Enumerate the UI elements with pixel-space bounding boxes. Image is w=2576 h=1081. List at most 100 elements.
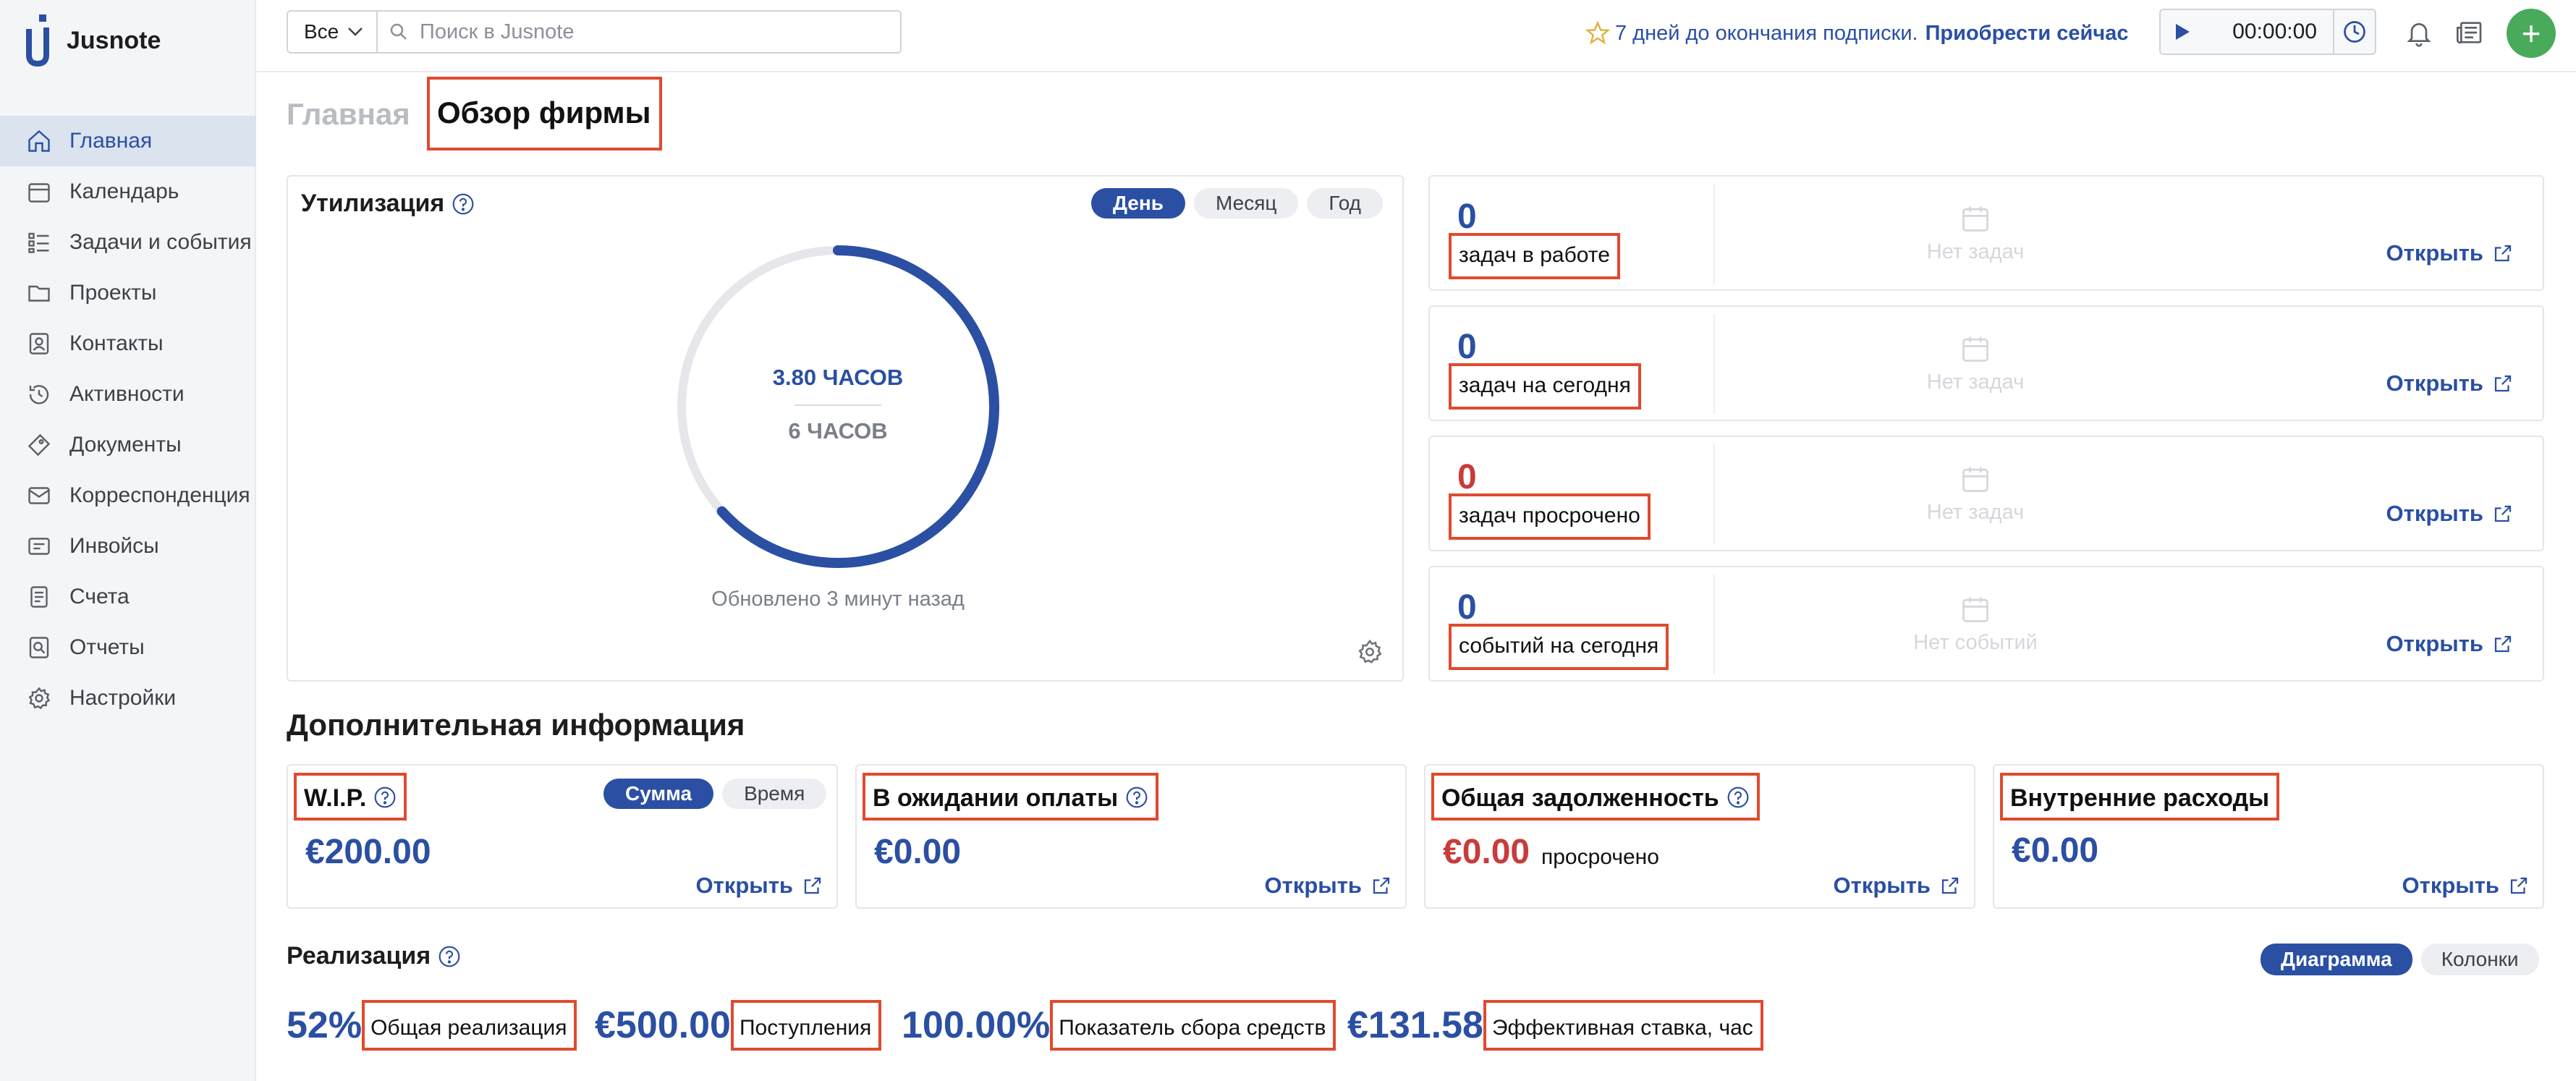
sidebar-item-label: Счета	[69, 585, 130, 609]
metric-effective-rate: €131.58 Эффективная ставка, час	[1347, 1000, 1763, 1051]
timer-history-button[interactable]	[2333, 9, 2376, 55]
tasks-overdue-label: задач просрочено	[1449, 493, 1651, 540]
activity-icon	[29, 385, 49, 404]
empty-state: Нет задач	[1715, 333, 2236, 394]
open-tasks-overdue-link[interactable]: Открыть	[2386, 501, 2514, 527]
metric-value: €131.58	[1347, 1004, 1483, 1046]
metric-collection-rate: 100.00% Показатель сбора средств	[902, 1000, 1336, 1051]
tasks-in-progress-card: 0 задач в работе Нет задач Открыть	[1428, 175, 2544, 291]
additional-info-title: Дополнительная информация	[287, 708, 745, 742]
tab-home[interactable]: Главная	[287, 97, 410, 132]
utilization-panel: Утилизация День Месяц Год 3.80 ЧАСОВ 6 Ч…	[287, 175, 1404, 682]
search-input[interactable]	[420, 20, 883, 44]
metric-label: Поступления	[730, 1000, 882, 1051]
period-month[interactable]: Месяц	[1194, 188, 1299, 219]
realization-view-toggle: Диаграмма Колонки	[2261, 944, 2539, 975]
open-tasks-in-progress-link[interactable]: Открыть	[2386, 240, 2514, 266]
top-header: Все 7 дней до окончания подписки. Приобр…	[256, 0, 2576, 72]
external-link-icon	[1373, 877, 1390, 894]
external-link-icon	[2494, 635, 2512, 653]
awaiting-payment-title: В ожидании оплаты	[862, 773, 1159, 821]
sidebar-item-label: Проекты	[69, 281, 157, 305]
utilization-updated: Обновлено 3 минут назад	[711, 588, 965, 611]
open-link-text: Открыть	[2402, 873, 2499, 898]
sidebar-item-label: Активности	[69, 382, 185, 406]
clock-icon	[2344, 21, 2365, 43]
realization-title-text: Реализация	[287, 942, 431, 970]
utilization-gauge	[677, 245, 999, 568]
help-icon[interactable]	[438, 945, 461, 968]
external-link-icon	[2494, 375, 2512, 392]
timer-display: 00:00:00	[2232, 20, 2317, 43]
star-icon	[1585, 20, 1611, 45]
calendar-empty-icon	[1962, 206, 1988, 232]
search-scope-select[interactable]: Все	[287, 10, 378, 54]
news-button[interactable]	[2453, 16, 2486, 49]
sidebar-item-reports[interactable]: Отчеты	[0, 622, 256, 673]
tab-firm-overview[interactable]: Обзор фирмы	[426, 77, 663, 151]
period-day[interactable]: День	[1091, 188, 1185, 219]
buy-now-link[interactable]: Приобрести сейчас	[1925, 22, 2129, 46]
sidebar-item-bills[interactable]: Счета	[0, 572, 256, 622]
events-today-label: событий на сегодня	[1448, 624, 1669, 670]
sidebar-item-home[interactable]: Главная	[0, 116, 256, 166]
sidebar-item-contacts[interactable]: Контакты	[0, 318, 256, 369]
calendar-empty-icon	[1962, 597, 1988, 622]
sidebar-item-correspondence[interactable]: Корреспонденция	[0, 470, 256, 521]
search-icon	[390, 23, 407, 40]
open-link-text: Открыть	[695, 873, 793, 898]
invoice-icon	[28, 538, 50, 555]
sidebar-item-settings[interactable]: Настройки	[0, 673, 256, 724]
sidebar-item-documents[interactable]: Документы	[0, 420, 256, 470]
add-button[interactable]: +	[2507, 9, 2556, 58]
app-name: Jusnote	[67, 26, 161, 54]
sidebar-item-tasks[interactable]: Задачи и события	[0, 217, 256, 268]
open-tasks-today-link[interactable]: Открыть	[2386, 370, 2514, 397]
settings-icon	[28, 687, 51, 710]
events-today-card: 0 событий на сегодня Нет событий Открыть	[1428, 566, 2544, 682]
home-icon	[28, 130, 50, 152]
empty-state: Нет задач	[1715, 203, 2236, 264]
timer-widget[interactable]: 00:00:00	[2159, 9, 2334, 55]
tasks-in-progress-count: 0	[1457, 198, 1477, 236]
empty-state-text: Нет задач	[1926, 370, 2025, 394]
wip-toggle: Сумма Время	[603, 779, 827, 809]
open-internal-expenses-link[interactable]: Открыть	[2402, 873, 2530, 899]
view-columns[interactable]: Колонки	[2420, 944, 2539, 975]
open-wip-link[interactable]: Открыть	[696, 873, 823, 899]
search-box[interactable]	[376, 10, 902, 54]
wip-toggle-time[interactable]: Время	[722, 779, 827, 809]
help-icon[interactable]	[373, 786, 397, 809]
wip-toggle-sum[interactable]: Сумма	[603, 779, 714, 809]
jusnote-logo-icon	[26, 14, 49, 67]
tasks-overdue-card: 0 задач просрочено Нет задач Открыть	[1428, 436, 2544, 551]
internal-title-text: Внутренние расходы	[2010, 784, 2270, 812]
app-logo[interactable]: Jusnote	[26, 13, 161, 68]
open-link-text: Открыть	[1264, 873, 1362, 898]
open-link-text: Открыть	[2386, 370, 2483, 396]
open-events-today-link[interactable]: Открыть	[2386, 631, 2514, 657]
help-icon[interactable]	[1726, 786, 1750, 809]
utilization-title: Утилизация	[301, 190, 475, 218]
view-chart[interactable]: Диаграмма	[2261, 944, 2412, 975]
play-icon[interactable]	[2174, 22, 2191, 41]
gear-icon[interactable]	[1356, 638, 1384, 666]
open-awaiting-payment-link[interactable]: Открыть	[1265, 873, 1392, 899]
help-icon[interactable]	[452, 192, 475, 216]
utilization-period-toggle: День Месяц Год	[1091, 188, 1384, 219]
period-year[interactable]: Год	[1307, 188, 1384, 219]
total-debt-card: Общая задолженность €0.00 просрочено Отк…	[1424, 764, 1975, 909]
notifications-button[interactable]	[2402, 16, 2436, 49]
sidebar-item-invoices[interactable]: Инвойсы	[0, 521, 256, 572]
open-total-debt-link[interactable]: Открыть	[1834, 873, 1961, 899]
bell-icon	[2407, 23, 2431, 47]
calendar-icon	[28, 183, 50, 203]
total-debt-value: €0.00	[1443, 833, 1530, 871]
sidebar-item-projects[interactable]: Проекты	[0, 268, 256, 318]
help-icon[interactable]	[1125, 786, 1148, 809]
sidebar-item-activities[interactable]: Активности	[0, 369, 256, 420]
metric-label: Эффективная ставка, час	[1483, 1000, 1763, 1051]
wip-title-text: W.I.P.	[304, 784, 367, 812]
external-link-icon	[804, 877, 821, 894]
sidebar-item-calendar[interactable]: Календарь	[0, 166, 256, 217]
